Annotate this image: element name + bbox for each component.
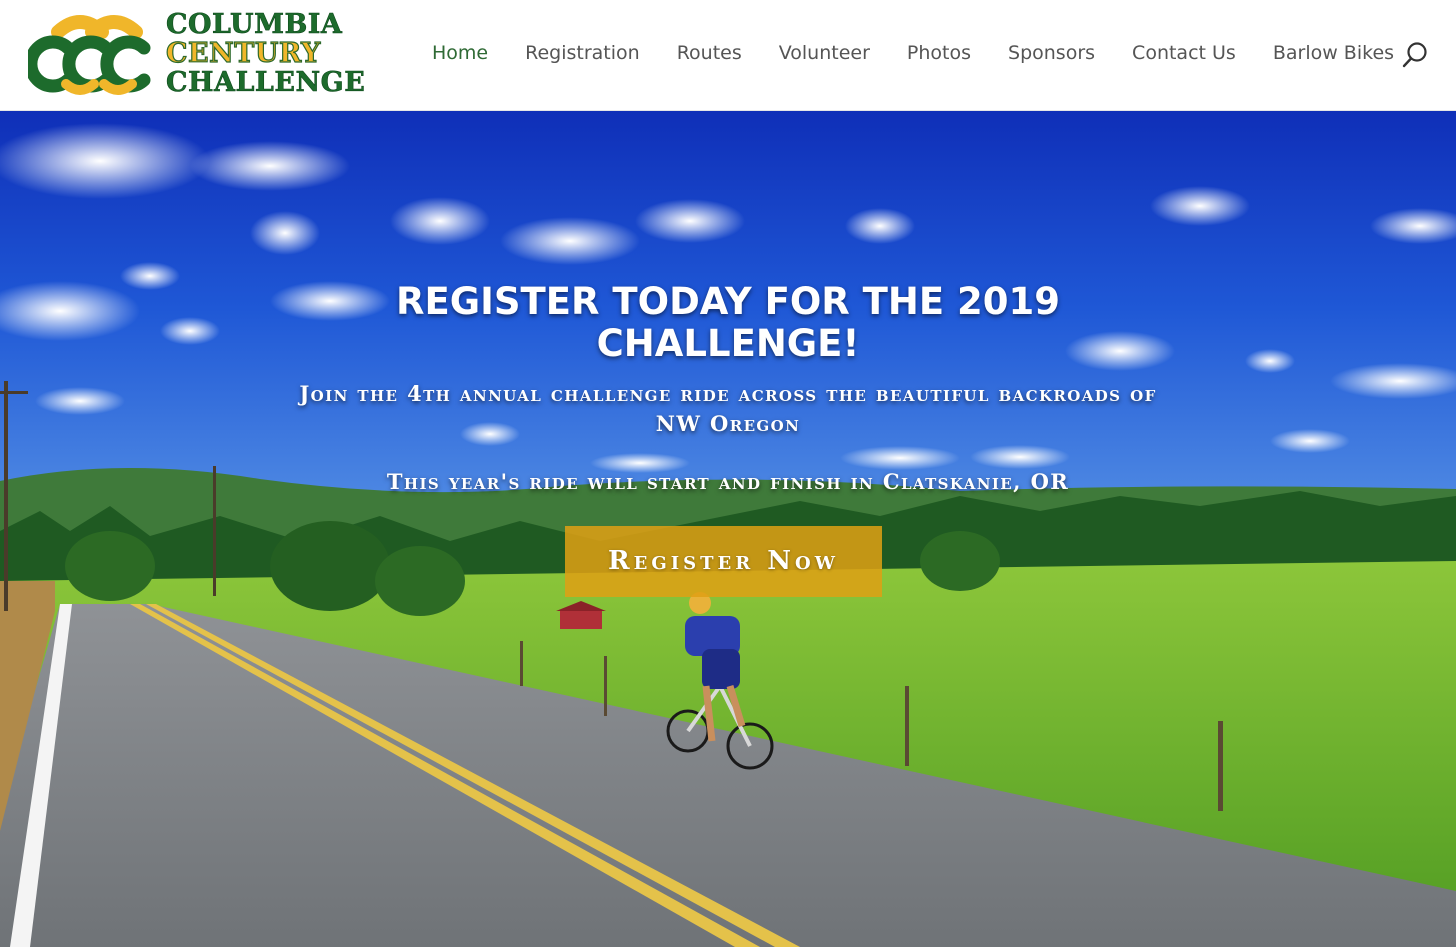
site-logo[interactable]: COLUMBIA CENTURY CHALLENGE	[28, 8, 366, 102]
nav-item-home[interactable]: Home	[432, 38, 488, 68]
hero-banner: REGISTER TODAY FOR THE 2019 CHALLENGE! J…	[0, 111, 1456, 947]
hero-location-text: This year's ride will start and finish i…	[386, 469, 1070, 494]
nav-item-volunteer[interactable]: Volunteer	[779, 38, 870, 68]
main-nav: Home Registration Routes Volunteer Photo…	[432, 38, 1394, 68]
search-button[interactable]	[1400, 40, 1430, 72]
nav-item-routes[interactable]: Routes	[677, 38, 742, 68]
register-now-button[interactable]: Register Now	[565, 526, 882, 597]
ccc-logo-icon	[28, 15, 151, 95]
nav-item-sponsors[interactable]: Sponsors	[1008, 38, 1095, 68]
logo-line-challenge: CHALLENGE	[166, 67, 366, 98]
hero-content: REGISTER TODAY FOR THE 2019 CHALLENGE! J…	[0, 281, 1456, 497]
hero-subtitle: Join the 4th annual challenge ride acros…	[299, 381, 1157, 436]
nav-item-contact-us[interactable]: Contact Us	[1132, 38, 1236, 68]
nav-item-photos[interactable]: Photos	[907, 38, 971, 68]
logo-line-columbia: COLUMBIA	[166, 9, 343, 40]
nav-item-registration[interactable]: Registration	[525, 38, 640, 68]
hero-title: REGISTER TODAY FOR THE 2019 CHALLENGE!	[395, 280, 1061, 365]
site-header: COLUMBIA CENTURY CHALLENGE Home Registra…	[0, 0, 1456, 111]
nav-item-barlow-bikes[interactable]: Barlow Bikes	[1273, 38, 1394, 68]
logo-wordmark: COLUMBIA CENTURY CHALLENGE	[165, 9, 366, 98]
search-icon	[1402, 42, 1427, 68]
logo-line-century: CENTURY	[165, 38, 321, 69]
